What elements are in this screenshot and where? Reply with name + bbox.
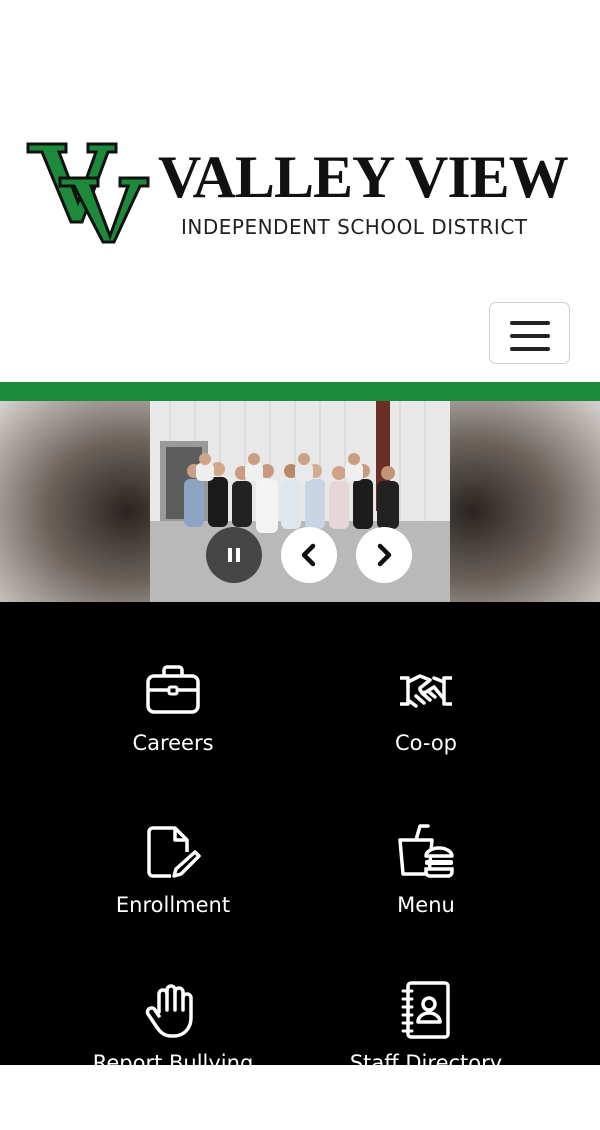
quick-link-careers[interactable]: Careers <box>48 660 298 810</box>
chevron-left-icon <box>301 543 316 567</box>
brand-divider <box>0 382 600 401</box>
menu-toggle-button[interactable] <box>489 302 570 364</box>
quick-links: Careers Co-op Enrollment Menu Report Bul… <box>0 602 600 1075</box>
document-edit-icon <box>147 826 201 878</box>
raised-hand-icon <box>145 984 193 1038</box>
carousel-pause-button[interactable] <box>206 527 262 583</box>
district-subtitle: INDEPENDENT SCHOOL DISTRICT <box>181 215 528 239</box>
carousel-backdrop-left <box>0 401 150 602</box>
quick-link-label: Report Bullying <box>92 1051 254 1075</box>
food-menu-icon <box>398 824 454 878</box>
district-logo[interactable]: VALLEY VIEW INDEPENDENT SCHOOL DISTRICT <box>26 140 572 250</box>
quick-link-label: Careers <box>132 731 214 755</box>
quick-link-label: Staff Directory <box>349 1051 503 1075</box>
hamburger-icon-bar <box>510 347 550 351</box>
quick-link-report-bullying[interactable]: Report Bullying <box>48 980 298 1130</box>
quick-link-staff-directory[interactable]: Staff Directory <box>301 980 551 1130</box>
briefcase-icon <box>146 665 200 714</box>
hamburger-icon-bar <box>510 334 550 338</box>
quick-link-label: Co-op <box>394 731 458 755</box>
chevron-right-icon <box>377 543 392 567</box>
quick-link-label: Enrollment <box>115 893 231 917</box>
quick-link-coop[interactable]: Co-op <box>301 660 551 810</box>
photo-carousel[interactable] <box>0 401 600 602</box>
carousel-backdrop-right <box>450 401 600 602</box>
quick-link-label: Menu <box>397 893 455 917</box>
quick-link-menu[interactable]: Menu <box>301 822 551 972</box>
district-name: VALLEY VIEW <box>158 144 569 210</box>
quick-link-enrollment[interactable]: Enrollment <box>48 822 298 972</box>
carousel-prev-button[interactable] <box>281 527 337 583</box>
site-header: VALLEY VIEW INDEPENDENT SCHOOL DISTRICT <box>0 0 600 382</box>
carousel-next-button[interactable] <box>356 527 412 583</box>
hamburger-icon <box>510 321 550 325</box>
handshake-icon <box>400 674 452 708</box>
vv-logo-mark <box>26 142 150 244</box>
pause-icon <box>228 548 240 562</box>
contact-book-icon <box>401 981 450 1039</box>
